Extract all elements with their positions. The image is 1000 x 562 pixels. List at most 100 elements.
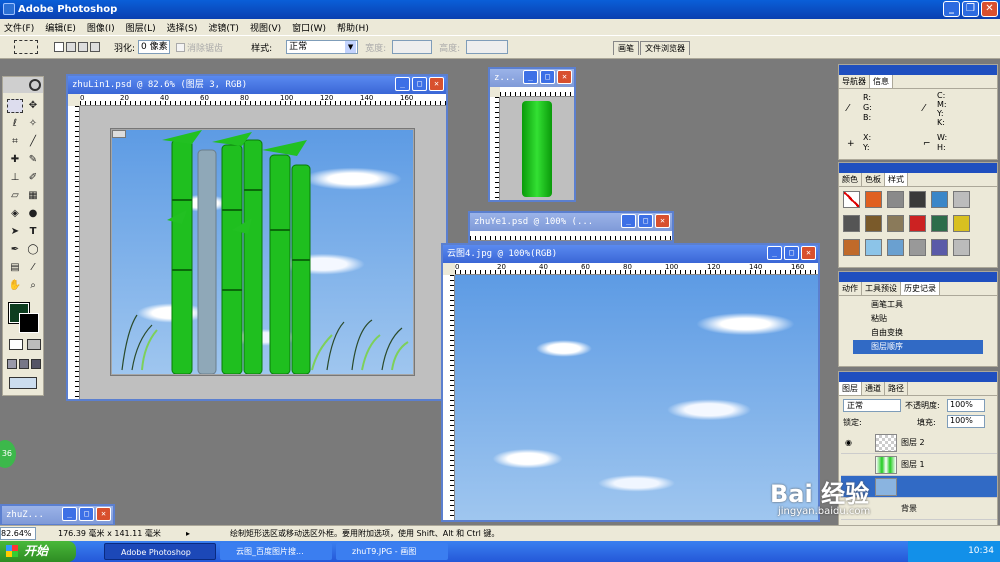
blend-mode-select[interactable]: 正常 (843, 399, 901, 412)
style-swatch[interactable] (865, 191, 882, 208)
menu-edit[interactable]: 编辑(E) (45, 21, 76, 34)
intersect-selection-icon[interactable] (90, 42, 100, 52)
crop-icon[interactable]: ⌗ (7, 135, 23, 149)
doc-window-zhuye[interactable]: zhuYe1.psd @ 100% (... _ □ ✕ (468, 211, 674, 243)
doc-close-button[interactable]: ✕ (429, 77, 444, 91)
style-swatch[interactable] (887, 239, 904, 256)
style-swatch[interactable] (953, 239, 970, 256)
panel-grip[interactable] (839, 163, 997, 173)
menu-window[interactable]: 窗口(W) (292, 21, 326, 34)
zoom-field[interactable]: 82.64% (0, 527, 36, 540)
standard-mode-icon[interactable] (9, 339, 23, 350)
close-button[interactable]: ✕ (981, 1, 998, 17)
doc-maximize-button[interactable]: □ (638, 214, 653, 228)
minimize-button[interactable]: _ (943, 1, 960, 17)
marquee-tool-preset-icon[interactable] (14, 40, 38, 54)
hand-icon[interactable]: ✋ (7, 279, 23, 293)
panel-grip[interactable] (839, 372, 997, 382)
eyedropper-icon[interactable]: ⁄ (25, 261, 41, 275)
tab-info[interactable]: 信息 (870, 75, 893, 88)
doc-maximize-button[interactable]: □ (784, 246, 799, 260)
fill-input[interactable]: 100% (947, 415, 985, 428)
lasso-icon[interactable]: ℓ (7, 117, 23, 131)
start-button[interactable]: 开始 (0, 541, 76, 562)
history-item[interactable]: 自由变换 (853, 326, 983, 340)
gradient-icon[interactable]: ▦ (25, 189, 41, 203)
style-swatch[interactable] (843, 239, 860, 256)
menu-file[interactable]: 文件(F) (4, 21, 34, 34)
doc-minimize-button[interactable]: _ (767, 246, 782, 260)
task-browser[interactable]: 云图_百度图片搜... (220, 543, 332, 560)
doc-close-button[interactable]: ✕ (801, 246, 816, 260)
layer-row[interactable]: ◉ 图层 2 (841, 432, 997, 454)
magic-wand-icon[interactable]: ✧ (25, 117, 41, 131)
tab-navigator[interactable]: 导航器 (839, 75, 870, 88)
history-item[interactable]: 粘贴 (853, 312, 983, 326)
style-swatch[interactable] (887, 215, 904, 232)
quickmask-mode-icon[interactable] (27, 339, 41, 350)
doc-minimize-button[interactable]: _ (621, 214, 636, 228)
doc-close-button[interactable]: ✕ (557, 70, 572, 84)
menu-filter[interactable]: 滤镜(T) (208, 21, 239, 34)
menu-help[interactable]: 帮助(H) (337, 21, 369, 34)
tab-paths[interactable]: 路径 (885, 382, 908, 395)
style-none[interactable] (843, 191, 860, 208)
doc-minimize-button[interactable]: _ (62, 507, 77, 521)
slice-icon[interactable]: ╱ (25, 135, 41, 149)
type-icon[interactable]: T (25, 225, 41, 239)
tab-history[interactable]: 历史记录 (901, 282, 940, 295)
doc-maximize-button[interactable]: □ (79, 507, 94, 521)
stamp-icon[interactable]: ⊥ (7, 171, 23, 185)
eye-icon[interactable] (29, 79, 41, 91)
style-swatch[interactable] (865, 239, 882, 256)
feather-input[interactable]: 0 像素 (138, 40, 171, 54)
doc-window-zhulin[interactable]: zhuLin1.psd @ 82.6% (图层 3, RGB) _ □ ✕ 0 20… (66, 74, 448, 401)
menu-select[interactable]: 选择(S) (167, 21, 198, 34)
floating-badge[interactable]: 36 (0, 440, 16, 468)
move-icon[interactable]: ✥ (25, 99, 41, 113)
tab-tool-presets[interactable]: 工具预设 (862, 282, 901, 295)
tab-channels[interactable]: 通道 (862, 382, 885, 395)
layer-row[interactable]: 图层 1 (841, 454, 997, 476)
tab-actions[interactable]: 动作 (839, 282, 862, 295)
screen-mode-2-icon[interactable] (19, 359, 29, 369)
zoom-icon[interactable]: ⌕ (25, 279, 41, 293)
screen-mode-1-icon[interactable] (7, 359, 17, 369)
dodge-icon[interactable]: ● (25, 207, 41, 221)
style-select[interactable]: 正常 ▼ (286, 40, 359, 54)
chevron-right-icon[interactable]: ▸ (186, 526, 190, 541)
doc-minimize-button[interactable]: _ (395, 77, 410, 91)
canvas-area[interactable] (500, 97, 574, 200)
menu-layer[interactable]: 图层(L) (126, 21, 156, 34)
doc-maximize-button[interactable]: □ (412, 77, 427, 91)
restore-button[interactable]: ❐ (962, 1, 979, 17)
notes-icon[interactable]: ▤ (7, 261, 23, 275)
menu-image[interactable]: 图像(I) (87, 21, 115, 34)
panel-grip[interactable] (839, 272, 997, 282)
history-item-selected[interactable]: 图层顺序 (853, 340, 983, 354)
style-swatch[interactable] (931, 239, 948, 256)
style-swatch[interactable] (909, 239, 926, 256)
style-swatch[interactable] (909, 191, 926, 208)
style-swatch[interactable] (843, 215, 860, 232)
marquee-icon[interactable] (7, 99, 23, 113)
opacity-input[interactable]: 100% (947, 399, 985, 412)
shape-icon[interactable]: ◯ (25, 243, 41, 257)
tab-color[interactable]: 颜色 (839, 173, 862, 186)
style-swatch[interactable] (953, 191, 970, 208)
healing-icon[interactable]: ✚ (7, 153, 23, 167)
pen-icon[interactable]: ✒ (7, 243, 23, 257)
task-photoshop[interactable]: Adobe Photoshop (104, 543, 216, 560)
background-color-swatch[interactable] (19, 313, 39, 333)
blur-icon[interactable]: ◈ (7, 207, 23, 221)
doc-window-small[interactable]: z... _ □ ✕ (488, 67, 576, 202)
doc-close-button[interactable]: ✕ (96, 507, 111, 521)
task-paint[interactable]: zhuT9.JPG - 画图 (336, 543, 448, 560)
style-swatch[interactable] (887, 191, 904, 208)
tab-file-browser[interactable]: 文件浏览器 (640, 41, 690, 55)
eye-icon[interactable]: ◉ (845, 432, 852, 454)
brush-icon[interactable]: ✎ (25, 153, 41, 167)
antialias-checkbox[interactable] (176, 42, 186, 52)
tab-swatches[interactable]: 色板 (862, 173, 885, 186)
cloud-image[interactable] (455, 275, 818, 520)
